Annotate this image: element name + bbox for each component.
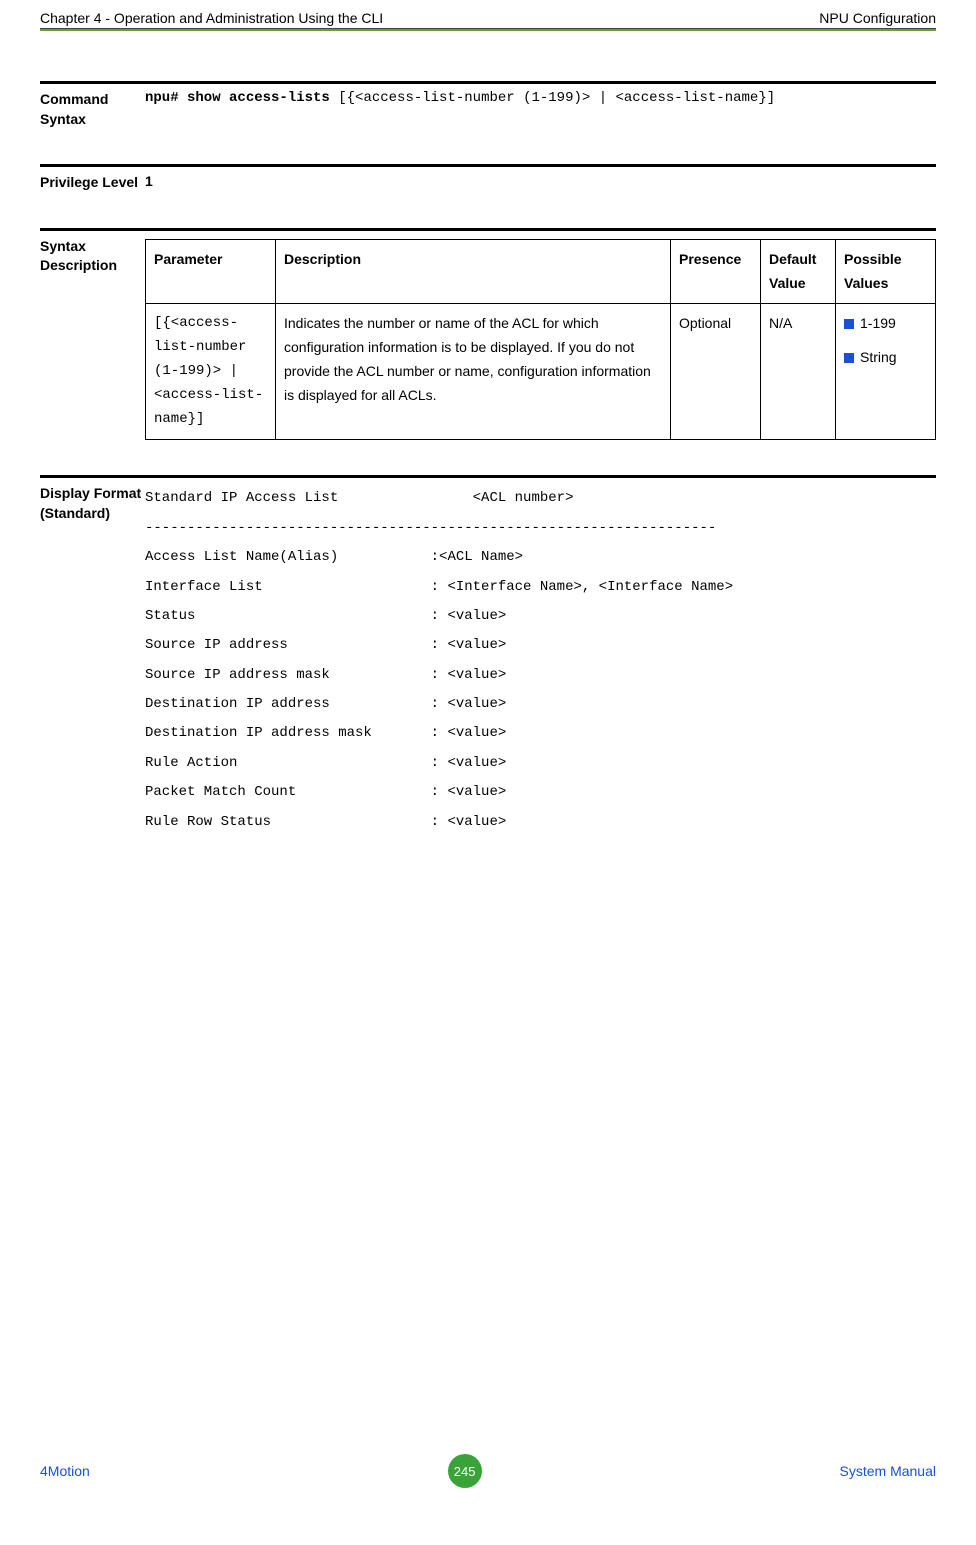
out-line: Source IP address mask : <value> — [145, 667, 506, 683]
poss-val-2: String — [860, 346, 897, 370]
privilege-value: 1 — [145, 173, 936, 189]
display-format-section: Display Format (Standard) Standard IP Ac… — [40, 484, 936, 837]
rule — [40, 164, 936, 167]
header-rule — [40, 28, 936, 31]
page-footer: 4Motion 245 System Manual — [40, 1454, 936, 1488]
cell-description: Indicates the number or name of the ACL … — [276, 304, 671, 440]
bullet-icon — [844, 319, 854, 329]
privilege-label: Privilege Level — [40, 173, 145, 193]
command-syntax-content: npu# show access-lists [{<access-list-nu… — [145, 90, 936, 106]
page-number-badge: 245 — [448, 1454, 482, 1488]
footer-left: 4Motion — [40, 1463, 90, 1479]
out-line: Access List Name(Alias) :<ACL Name> — [145, 549, 523, 565]
syntax-description-label: Syntax Description — [40, 237, 145, 276]
command-syntax-label: Command Syntax — [40, 90, 145, 129]
rule — [40, 81, 936, 84]
out-line: Destination IP address : <value> — [145, 696, 506, 712]
out-line: Rule Row Status : <value> — [145, 814, 506, 830]
rule — [40, 228, 936, 231]
col-presence: Presence — [671, 239, 761, 304]
bullet-icon — [844, 353, 854, 363]
header-right: NPU Configuration — [819, 10, 936, 26]
header-left: Chapter 4 - Operation and Administration… — [40, 10, 383, 26]
display-format-label: Display Format (Standard) — [40, 484, 145, 523]
display-output: Standard IP Access List <ACL number> ---… — [145, 484, 936, 837]
out-line: Rule Action : <value> — [145, 755, 506, 771]
col-description: Description — [276, 239, 671, 304]
table-row: [{<access-list-number (1-199)> | <access… — [146, 304, 936, 440]
page-header: Chapter 4 - Operation and Administration… — [40, 10, 936, 28]
command-rest: [{<access-list-number (1-199)> | <access… — [330, 90, 775, 106]
cell-possible: 1-199 String — [836, 304, 936, 440]
out-line: Status : <value> — [145, 608, 506, 624]
command-syntax-section: Command Syntax npu# show access-lists [{… — [40, 90, 936, 129]
poss-val-1: 1-199 — [860, 312, 896, 336]
out-line: Packet Match Count : <value> — [145, 784, 506, 800]
parameter-table: Parameter Description Presence Default V… — [145, 239, 936, 441]
out-line: Source IP address : <value> — [145, 637, 506, 653]
col-default: Default Value — [761, 239, 836, 304]
out-line: Interface List : <Interface Name>, <Inte… — [145, 579, 733, 595]
footer-right: System Manual — [840, 1463, 936, 1479]
syntax-description-section: Syntax Description Parameter Description… — [40, 237, 936, 441]
col-parameter: Parameter — [146, 239, 276, 304]
out-line: Standard IP Access List <ACL number> — [145, 490, 573, 506]
cell-parameter: [{<access-list-number (1-199)> | <access… — [146, 304, 276, 440]
rule — [40, 475, 936, 478]
out-line: Destination IP address mask : <value> — [145, 725, 506, 741]
table-header-row: Parameter Description Presence Default V… — [146, 239, 936, 304]
cell-presence: Optional — [671, 304, 761, 440]
cell-default: N/A — [761, 304, 836, 440]
privilege-section: Privilege Level 1 — [40, 173, 936, 193]
out-sep: ----------------------------------------… — [145, 520, 716, 536]
col-possible: Possible Values — [836, 239, 936, 304]
command-prompt: npu# show access-lists — [145, 90, 330, 106]
